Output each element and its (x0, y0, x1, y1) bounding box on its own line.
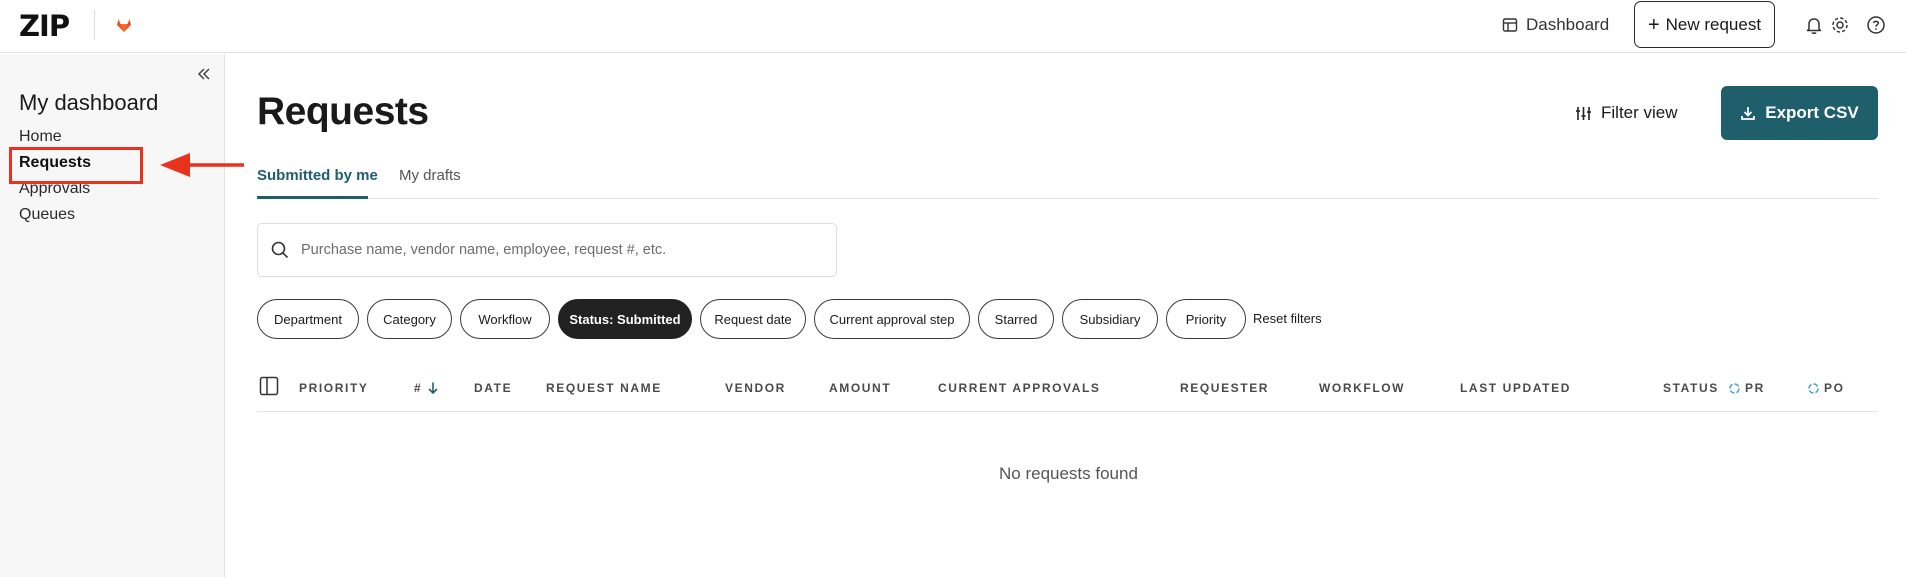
filter-chip-starred[interactable]: Starred (978, 299, 1054, 339)
filter-chip-priority[interactable]: Priority (1166, 299, 1246, 339)
reset-filters-link[interactable]: Reset filters (1253, 311, 1322, 326)
filter-chip-category[interactable]: Category (367, 299, 452, 339)
sort-descending-icon (428, 382, 438, 395)
annotation-highlight-box (9, 147, 143, 184)
new-request-label: New request (1665, 14, 1762, 34)
zip-logo[interactable]: ZIP (19, 11, 70, 41)
column-label: WORKFLOW (1319, 381, 1406, 395)
filter-chip-request-date[interactable]: Request date (700, 299, 806, 339)
column-label: PO (1824, 381, 1845, 395)
column-requester[interactable]: REQUESTER (1180, 381, 1269, 395)
sidebar-title: My dashboard (19, 90, 159, 115)
active-tab-indicator (257, 196, 368, 199)
column-request-name[interactable]: REQUEST NAME (546, 381, 662, 395)
column-label: DATE (474, 381, 513, 395)
column-label: STATUS (1663, 381, 1719, 395)
column-status[interactable]: STATUS (1663, 381, 1719, 395)
column-current-approvals[interactable]: CURRENT APPROVALS (938, 381, 1101, 395)
plus-icon: + (1647, 13, 1660, 36)
columns-icon[interactable] (259, 376, 279, 396)
tab-my-drafts[interactable]: My drafts (399, 167, 461, 184)
collapse-sidebar-icon[interactable] (196, 66, 212, 82)
column-label: CURRENT APPROVALS (938, 381, 1101, 395)
column-label: AMOUNT (829, 381, 892, 395)
filter-chip-current-approval-step[interactable]: Current approval step (814, 299, 970, 339)
column-label: REQUESTER (1180, 381, 1270, 395)
column-po[interactable]: PO (1807, 381, 1845, 395)
empty-state-message: No requests found (999, 464, 1138, 483)
tab-submitted-by-me[interactable]: Submitted by me (257, 167, 378, 184)
page-title: Requests (257, 90, 429, 133)
column-label: LAST UPDATED (1460, 381, 1571, 395)
column-workflow[interactable]: WORKFLOW (1319, 381, 1405, 395)
download-icon (1741, 107, 1756, 120)
column-vendor[interactable]: VENDOR (725, 381, 786, 395)
search-icon (271, 241, 289, 259)
dashboard-link[interactable]: Dashboard (1502, 13, 1609, 37)
sidebar-item-queues[interactable]: Queues (19, 206, 75, 224)
filter-view-button[interactable]: Filter view (1575, 100, 1678, 126)
column-number[interactable]: # (414, 381, 440, 395)
column-label: PRIORITY (299, 381, 369, 395)
export-csv-label: Export CSV (1765, 103, 1859, 122)
filter-chip-status[interactable]: Status: Submitted (558, 299, 692, 339)
top-bar: ZIP Dashboard + New request (0, 0, 1906, 53)
sliders-icon (1576, 106, 1591, 120)
filter-chip-workflow[interactable]: Workflow (460, 299, 550, 339)
sidebar-item-home[interactable]: Home (19, 128, 62, 146)
column-amount[interactable]: AMOUNT (829, 381, 891, 395)
sync-icon (1729, 382, 1740, 394)
search-box (257, 223, 837, 277)
column-label: VENDOR (725, 381, 786, 395)
sidebar: My dashboard Home Requests Approvals Que… (0, 54, 244, 577)
search-input[interactable] (301, 242, 821, 258)
tab-bar: Submitted by me My drafts (257, 155, 1878, 199)
column-label: REQUEST NAME (546, 381, 662, 395)
new-request-button[interactable]: + New request (1634, 1, 1775, 48)
bell-icon[interactable] (1803, 14, 1825, 36)
column-label: PR (1745, 381, 1765, 395)
sync-icon (1808, 382, 1819, 394)
gitlab-fox-icon[interactable] (115, 16, 133, 34)
column-date[interactable]: DATE (474, 381, 512, 395)
table-header: PRIORITY # DATE REQUEST NAME VENDOR AMOU… (257, 372, 1878, 412)
column-pr[interactable]: PR (1728, 381, 1765, 395)
export-csv-button[interactable]: Export CSV (1721, 86, 1878, 140)
gear-icon[interactable] (1829, 14, 1851, 36)
dashboard-label: Dashboard (1526, 15, 1610, 34)
column-priority[interactable]: PRIORITY (299, 381, 368, 395)
annotation-arrow-icon (160, 153, 244, 177)
filter-chip-subsidiary[interactable]: Subsidiary (1062, 299, 1158, 339)
logo-divider (94, 10, 95, 40)
dashboard-icon (1502, 18, 1518, 32)
column-label: # (414, 381, 423, 395)
help-icon[interactable] (1865, 14, 1887, 36)
filter-view-label: Filter view (1601, 103, 1678, 122)
filter-chip-department[interactable]: Department (257, 299, 359, 339)
column-last-updated[interactable]: LAST UPDATED (1460, 381, 1571, 395)
